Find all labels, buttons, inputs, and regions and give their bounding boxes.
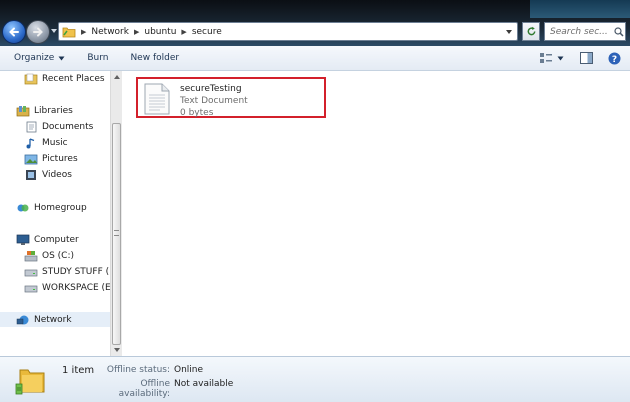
nav-item-label: Recent Places	[42, 73, 105, 84]
drive-icon	[24, 282, 38, 294]
nav-item-network[interactable]: Network	[0, 312, 110, 327]
nav-item-homegroup[interactable]: Homegroup	[16, 200, 87, 215]
pictures-icon	[24, 153, 38, 165]
offline-availability-value: Not available	[174, 379, 234, 389]
svg-text:?: ?	[611, 55, 616, 65]
documents-icon	[24, 121, 38, 133]
burn-button[interactable]: Burn	[87, 53, 108, 63]
folder-icon	[62, 27, 76, 37]
item-count: 1 item	[62, 365, 95, 376]
nav-item-label: WORKSPACE (E:)	[42, 282, 110, 293]
organize-label: Organize	[14, 53, 55, 63]
forward-arrow-icon	[33, 27, 43, 37]
burn-label: Burn	[87, 53, 109, 63]
nav-item-label: Computer	[34, 234, 79, 245]
command-toolbar: Organize Burn New folder ?	[0, 46, 630, 71]
nav-item-label: STUDY STUFF (D:	[42, 266, 110, 277]
nav-item-label: OS (C:)	[42, 250, 74, 261]
address-history-dropdown-icon[interactable]	[505, 29, 513, 35]
refresh-button[interactable]	[522, 22, 540, 41]
preview-pane-icon	[579, 52, 593, 64]
file-list-area: secureTesting Text Document 0 bytes	[122, 71, 630, 356]
scrollbar-thumb[interactable]	[112, 123, 121, 345]
chevron-down-icon	[557, 56, 563, 60]
nav-item-documents[interactable]: Documents	[24, 119, 93, 134]
back-arrow-icon	[9, 27, 19, 37]
network-icon	[16, 314, 30, 326]
nav-item-label: Music	[42, 137, 68, 148]
navigation-pane-scrollbar[interactable]	[110, 71, 122, 356]
file-type: Text Document	[180, 96, 248, 106]
nav-item-os-drive[interactable]: OS (C:)	[24, 248, 74, 263]
music-icon	[24, 137, 38, 149]
offline-status-label: Offline status:	[106, 365, 170, 375]
text-document-icon	[144, 83, 170, 115]
nav-item-label: Pictures	[42, 153, 78, 164]
breadcrumb-secure[interactable]: secure	[192, 27, 222, 37]
nav-item-pictures[interactable]: Pictures	[24, 151, 78, 166]
recent-pages-dropdown[interactable]	[50, 28, 58, 34]
new-folder-button[interactable]: New folder	[130, 53, 179, 63]
breadcrumb-network[interactable]: Network	[91, 27, 129, 37]
navigation-pane: Recent Places Libraries Documents Music …	[0, 71, 110, 356]
scroll-up-arrow-icon[interactable]	[113, 74, 121, 80]
nav-item-recent-places[interactable]: Recent Places	[24, 71, 105, 86]
nav-item-label: Videos	[42, 169, 72, 180]
view-options-icon	[540, 53, 552, 63]
window-controls-area	[530, 0, 630, 18]
preview-pane-button[interactable]	[578, 50, 594, 66]
nav-item-label: Network	[34, 314, 72, 325]
scrollbar-grip	[114, 230, 119, 236]
change-view-button[interactable]	[538, 50, 554, 66]
forward-button[interactable]	[26, 20, 50, 44]
nav-item-libraries[interactable]: Libraries	[16, 103, 73, 118]
libraries-icon	[16, 105, 30, 117]
refresh-icon	[527, 26, 535, 36]
file-item-securetesting[interactable]: secureTesting Text Document 0 bytes	[136, 77, 326, 118]
view-menu-dropdown[interactable]	[556, 50, 564, 66]
offline-availability-label: Offline availability:	[118, 379, 170, 399]
breadcrumb-separator[interactable]: ▶	[181, 28, 186, 36]
new-folder-label: New folder	[130, 53, 180, 63]
nav-item-label: Libraries	[34, 105, 73, 116]
search-icon[interactable]	[614, 26, 624, 37]
chevron-down-icon	[58, 56, 65, 60]
homegroup-icon	[16, 202, 30, 214]
offline-status-value: Online	[174, 365, 204, 375]
help-icon: ?	[608, 52, 620, 65]
system-drive-icon	[24, 250, 38, 262]
view-controls: ?	[530, 50, 622, 66]
breadcrumb-ubuntu[interactable]: ubuntu	[144, 27, 176, 37]
address-bar[interactable]: ▶ Network ▶ ubuntu ▶ secure	[58, 22, 518, 41]
scroll-down-arrow-icon[interactable]	[113, 347, 121, 353]
drive-icon	[24, 266, 38, 278]
nav-item-study-stuff-drive[interactable]: STUDY STUFF (D:	[24, 264, 110, 279]
breadcrumb-separator[interactable]: ▶	[134, 28, 139, 36]
videos-icon	[24, 169, 38, 181]
breadcrumb-separator[interactable]: ▶	[81, 28, 86, 36]
organize-button[interactable]: Organize	[14, 53, 65, 63]
nav-item-videos[interactable]: Videos	[24, 167, 72, 182]
nav-item-label: Homegroup	[34, 202, 87, 213]
window-titlebar: ▶ Network ▶ ubuntu ▶ secure	[0, 0, 630, 46]
recent-places-icon	[24, 73, 38, 85]
file-name: secureTesting	[180, 84, 242, 94]
back-button[interactable]	[2, 20, 26, 44]
nav-item-computer[interactable]: Computer	[16, 232, 79, 247]
shared-folder-icon	[15, 369, 45, 395]
search-input[interactable]	[545, 26, 614, 37]
computer-icon	[16, 234, 30, 246]
file-size: 0 bytes	[180, 108, 214, 118]
help-button[interactable]: ?	[606, 50, 622, 66]
nav-item-label: Documents	[42, 121, 94, 132]
details-pane: 1 item Offline status: Online Offline av…	[0, 356, 630, 402]
nav-item-workspace-drive[interactable]: WORKSPACE (E:)	[24, 280, 110, 295]
search-box[interactable]	[544, 22, 626, 41]
nav-item-music[interactable]: Music	[24, 135, 68, 150]
